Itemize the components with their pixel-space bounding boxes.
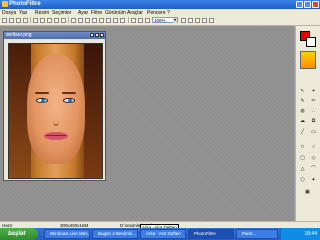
rotate-icon[interactable]: [92, 18, 97, 23]
zoom-value: 100%: [154, 18, 166, 23]
module-icon[interactable]: [188, 18, 193, 23]
minimize-button[interactable]: [296, 1, 303, 8]
taskbar-item[interactable]: Paint...: [236, 229, 278, 239]
document-title: avrilavr.png: [6, 32, 32, 38]
grid-icon[interactable]: [202, 18, 207, 23]
transparency-icon[interactable]: [113, 18, 118, 23]
color-palette[interactable]: [300, 51, 316, 69]
image-size-icon[interactable]: [71, 18, 76, 23]
save-icon[interactable]: [16, 18, 21, 23]
fill-tool-icon[interactable]: ◍: [299, 108, 306, 115]
app-icon: [2, 1, 8, 7]
ellipse-select-icon[interactable]: ○: [310, 144, 317, 151]
copy-icon[interactable]: [54, 18, 59, 23]
lasso-select-icon[interactable]: ⌒: [310, 166, 317, 173]
gradient-icon[interactable]: [120, 18, 125, 23]
canvas-size-icon[interactable]: [78, 18, 83, 23]
rect-select-icon[interactable]: □: [299, 144, 306, 151]
system-tray: 18:44: [280, 228, 320, 240]
cut-icon[interactable]: [47, 18, 52, 23]
background-color-swatch[interactable]: [306, 37, 316, 47]
clone-tool-icon[interactable]: ⧉: [310, 118, 317, 125]
toolbar-separator: [68, 17, 69, 23]
toolbar-separator: [30, 17, 31, 23]
redo-icon[interactable]: [40, 18, 45, 23]
filter-icon[interactable]: [195, 18, 200, 23]
document-title-bar[interactable]: avrilavr.png: [4, 32, 105, 39]
window-title: PhotoFiltre: [9, 1, 41, 7]
taskbar-item[interactable]: Arka - Not Defteri: [140, 229, 186, 239]
clock[interactable]: 18:44: [304, 231, 317, 237]
toolbar: 100% ▼: [0, 16, 320, 26]
doc-maximize-button[interactable]: [95, 33, 99, 37]
open-icon[interactable]: [9, 18, 14, 23]
brush-tool-icon[interactable]: ✎: [299, 98, 306, 105]
start-button[interactable]: başlat: [0, 228, 38, 240]
eyedropper-tool-icon[interactable]: ⌖: [310, 88, 317, 95]
line-tool-icon[interactable]: ╱: [299, 129, 306, 136]
diamond-select-icon[interactable]: ◇: [310, 155, 317, 162]
undo-icon[interactable]: [33, 18, 38, 23]
close-button[interactable]: [312, 1, 319, 8]
pointer-tool-icon[interactable]: ↖: [299, 88, 306, 95]
taskbar-item-active[interactable]: PhotoFiltre: [188, 229, 234, 239]
flip-icon[interactable]: [99, 18, 104, 23]
chevron-down-icon[interactable]: ▼: [173, 18, 177, 23]
new-icon[interactable]: [2, 18, 7, 23]
zoom-select[interactable]: 100% ▼: [152, 17, 178, 23]
tool-panel: ↖ ⌖ ✎ ✏ ◍ ∴ ☁ ⧉ ╱ ▭ □ ○ ▢ ◇ △ ⌒ ⬠ ✦ ▣: [295, 26, 320, 221]
document-window: avrilavr.png: [3, 31, 106, 181]
eraser-tool-icon[interactable]: ▭: [310, 129, 317, 136]
zoom-out-icon[interactable]: [138, 18, 143, 23]
zoom-in-icon[interactable]: [131, 18, 136, 23]
help-icon[interactable]: [209, 18, 214, 23]
polygon-select-icon[interactable]: ⬠: [299, 177, 306, 184]
maximize-button[interactable]: [304, 1, 311, 8]
print-icon[interactable]: [23, 18, 28, 23]
taskbar-item[interactable]: Windows Live Mes...: [44, 229, 90, 239]
rounded-rect-select-icon[interactable]: ▢: [299, 155, 306, 162]
taskbar-item[interactable]: Bugün 4 Benimki...: [92, 229, 138, 239]
crop-icon[interactable]: [106, 18, 111, 23]
magic-wand-icon[interactable]: ✦: [310, 177, 317, 184]
toolbar-separator: [128, 17, 129, 23]
taskbar: başlat Windows Live Mes... Bugün 4 Benim…: [0, 228, 320, 240]
spray-tool-icon[interactable]: ∴: [310, 108, 317, 115]
canvas-image[interactable]: [8, 43, 103, 179]
undo-history-icon[interactable]: [181, 18, 186, 23]
select-all-icon[interactable]: ▣: [304, 189, 311, 196]
text-icon[interactable]: [85, 18, 90, 23]
doc-close-button[interactable]: [100, 33, 104, 37]
triangle-select-icon[interactable]: △: [299, 166, 306, 173]
blur-tool-icon[interactable]: ☁: [299, 118, 306, 125]
fit-icon[interactable]: [145, 18, 150, 23]
doc-minimize-button[interactable]: [90, 33, 94, 37]
pencil-tool-icon[interactable]: ✏: [310, 98, 317, 105]
title-bar: PhotoFiltre: [0, 0, 320, 9]
paste-icon[interactable]: [61, 18, 66, 23]
